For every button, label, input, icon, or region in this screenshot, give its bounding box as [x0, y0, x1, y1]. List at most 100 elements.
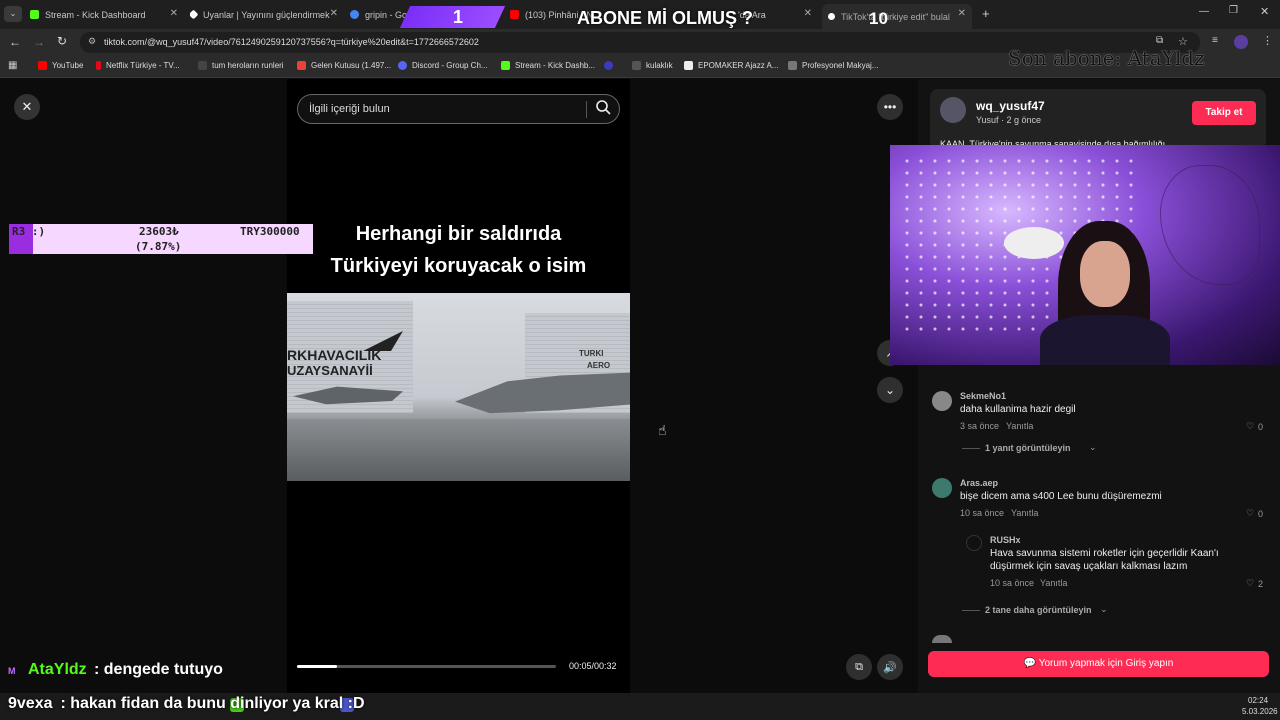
bookmark-kick[interactable]: Stream - Kick Dashb... — [501, 61, 595, 70]
view-replies-button[interactable]: 1 yanıt görüntüleyin — [985, 443, 1071, 453]
reload-button[interactable]: ↻ — [57, 34, 67, 48]
webcam-person-face — [1080, 241, 1130, 307]
goal-label: R3 :) — [12, 225, 46, 238]
close-icon[interactable]: ✕ — [958, 8, 966, 19]
bookmark-epomaker[interactable]: EPOMAKER Ajazz A... — [684, 61, 778, 70]
bookmark-label: Stream - Kick Dashb... — [515, 61, 596, 70]
hangar-text2: UZAYSANAYİİ — [287, 363, 373, 378]
goal-target: TRY300000 — [240, 225, 300, 238]
comment-time: 10 sa önce — [990, 578, 1035, 588]
webcam-feed — [890, 145, 1280, 365]
search-icon[interactable] — [595, 99, 613, 117]
bookmark-heroes[interactable]: tum heroların runleri — [198, 61, 284, 70]
avatar[interactable] — [966, 535, 982, 551]
chat2-message: : hakan fidan da bunu dinliyor ya kral :… — [56, 695, 365, 712]
close-icon[interactable]: ✕ — [170, 8, 178, 19]
like-icon[interactable]: ♡ — [1246, 421, 1254, 432]
avatar[interactable] — [940, 97, 966, 123]
avatar — [932, 635, 952, 643]
list-item: RUSHx Hava savunma sistemi roketler için… — [966, 533, 1272, 613]
replies-divider — [962, 448, 980, 449]
bookmark-youtube[interactable]: YouTube — [38, 61, 83, 70]
comment-text: daha kullanima hazir degil — [960, 404, 1076, 415]
bookmark-label: tum heroların runleri — [212, 61, 284, 70]
like-count: 0 — [1258, 422, 1264, 432]
a-icon — [788, 61, 797, 70]
install-app-icon[interactable]: ⧉ — [1156, 35, 1163, 46]
comment-text: bişe dicem ama s400 Lee bunu düşüremezmi — [960, 491, 1162, 502]
list-item: Aras.aep bişe dicem ama s400 Lee bunu dü… — [932, 476, 1272, 519]
reply-button[interactable]: Yanıtla — [1011, 508, 1038, 518]
bookmark-p[interactable] — [604, 61, 618, 70]
video-frame-hangar: RKHAVACILIK UZAYSANAYİİ TURKI AERO — [287, 293, 630, 481]
tab-uyanlar[interactable]: Uyanlar | Yayınını güçlendirmek ✕ — [190, 4, 338, 25]
miniplayer-button[interactable]: ⧉ — [846, 654, 872, 680]
chevron-down-icon: ⌄ — [1089, 442, 1097, 452]
video-player[interactable]: İlgili içeriği bulun Herhangi bir saldır… — [287, 79, 630, 693]
comment-user[interactable]: RUSHx — [990, 535, 1021, 545]
chat-badge-icon: M — [8, 666, 16, 676]
next-video-button[interactable]: ⌄ — [877, 377, 903, 403]
close-icon[interactable]: ✕ — [330, 8, 338, 19]
google-icon — [350, 10, 359, 19]
tab-label: Stream - Kick Dashboard — [45, 9, 146, 20]
apps-grid-icon[interactable]: ▦ — [8, 60, 17, 71]
profile-avatar[interactable] — [1234, 35, 1248, 49]
minimize-button[interactable]: — — [1199, 6, 1209, 17]
like-icon[interactable]: ♡ — [1246, 578, 1254, 589]
login-to-comment-button[interactable]: 💬 Yorum yapmak için Giriş yapın — [928, 651, 1269, 677]
browser-menu-icon[interactable]: ⋮ — [1262, 34, 1273, 47]
kick-icon — [501, 61, 510, 70]
reply-button[interactable]: Yanıtla — [1040, 578, 1067, 588]
mouse-cursor-icon: ☝ — [658, 422, 667, 438]
more-options-button[interactable]: ••• — [877, 94, 903, 120]
m-icon — [198, 61, 207, 70]
tab-search-button[interactable]: ⌄ — [4, 6, 22, 22]
bookmark-label: Netflix Türkiye - TV... — [106, 61, 180, 70]
video-progress-track[interactable] — [297, 665, 556, 668]
author-username[interactable]: wq_yusuf47 — [976, 99, 1045, 113]
youtube-icon — [38, 61, 47, 70]
comment-user[interactable]: SekmeNo1 — [960, 391, 1006, 401]
tab-label: Uyanlar | Yayınını güçlendirmek — [203, 9, 330, 20]
bookmark-kulaklik[interactable]: kulaklık — [632, 61, 673, 70]
avatar[interactable] — [932, 478, 952, 498]
reply-button[interactable]: Yanıtla — [1006, 421, 1033, 431]
video-caption-line1: Herhangi bir saldırıda — [355, 223, 562, 245]
comment-user[interactable]: Aras.aep — [960, 478, 998, 488]
related-search-box[interactable]: İlgili içeriği bulun — [297, 94, 620, 124]
bookmark-netflix[interactable]: Netflix Türkiye - TV... — [96, 61, 180, 70]
tarmac — [287, 419, 630, 481]
bookmark-makyaj[interactable]: Profesyonel Makyaj... — [788, 61, 878, 70]
follow-button[interactable]: Takip et — [1192, 101, 1256, 125]
goal-percent: (7.87%) — [135, 240, 182, 253]
epomaker-icon — [684, 61, 693, 70]
window-close-button[interactable]: ✕ — [1260, 5, 1269, 18]
replies-divider — [962, 610, 980, 611]
view-more-replies-button[interactable]: 2 tane daha görüntüleyin — [985, 605, 1092, 615]
maximize-button[interactable]: ❐ — [1229, 5, 1238, 16]
new-tab-button[interactable]: + — [982, 6, 990, 21]
hangar-text4: AERO — [587, 361, 611, 370]
video-caption-line2: Türkiyeyi koruyacak o isim — [330, 255, 587, 277]
comment-text-line2: düşürmek için savaş uçakları kalkması la… — [990, 561, 1188, 572]
volume-button[interactable]: 🔊 — [877, 654, 903, 680]
bookmark-discord[interactable]: Discord - Group Ch... — [398, 61, 488, 70]
abone-count-left: 1 — [453, 7, 464, 27]
like-icon[interactable]: ♡ — [1246, 508, 1254, 519]
close-video-button[interactable]: ✕ — [14, 94, 40, 120]
avatar[interactable] — [932, 391, 952, 411]
tab-kick-dashboard[interactable]: Stream - Kick Dashboard ✕ — [30, 4, 178, 25]
forward-button[interactable]: → — [33, 35, 45, 49]
kick-icon — [30, 10, 39, 19]
chevron-down-icon: ⌄ — [1100, 604, 1108, 614]
bookmark-gmail[interactable]: Gelen Kutusu (1.497... — [297, 61, 391, 70]
webcam-wall-art — [1160, 165, 1260, 285]
site-info-icon[interactable]: ⚙ — [88, 36, 96, 47]
gmail-icon — [297, 61, 306, 70]
back-button[interactable]: ← — [9, 35, 21, 49]
p-icon — [604, 61, 613, 70]
webcam-plush — [1004, 227, 1064, 259]
media-control-icon[interactable]: ≡ — [1212, 35, 1218, 46]
taskbar-date: 5.03.2026 — [1242, 707, 1278, 716]
